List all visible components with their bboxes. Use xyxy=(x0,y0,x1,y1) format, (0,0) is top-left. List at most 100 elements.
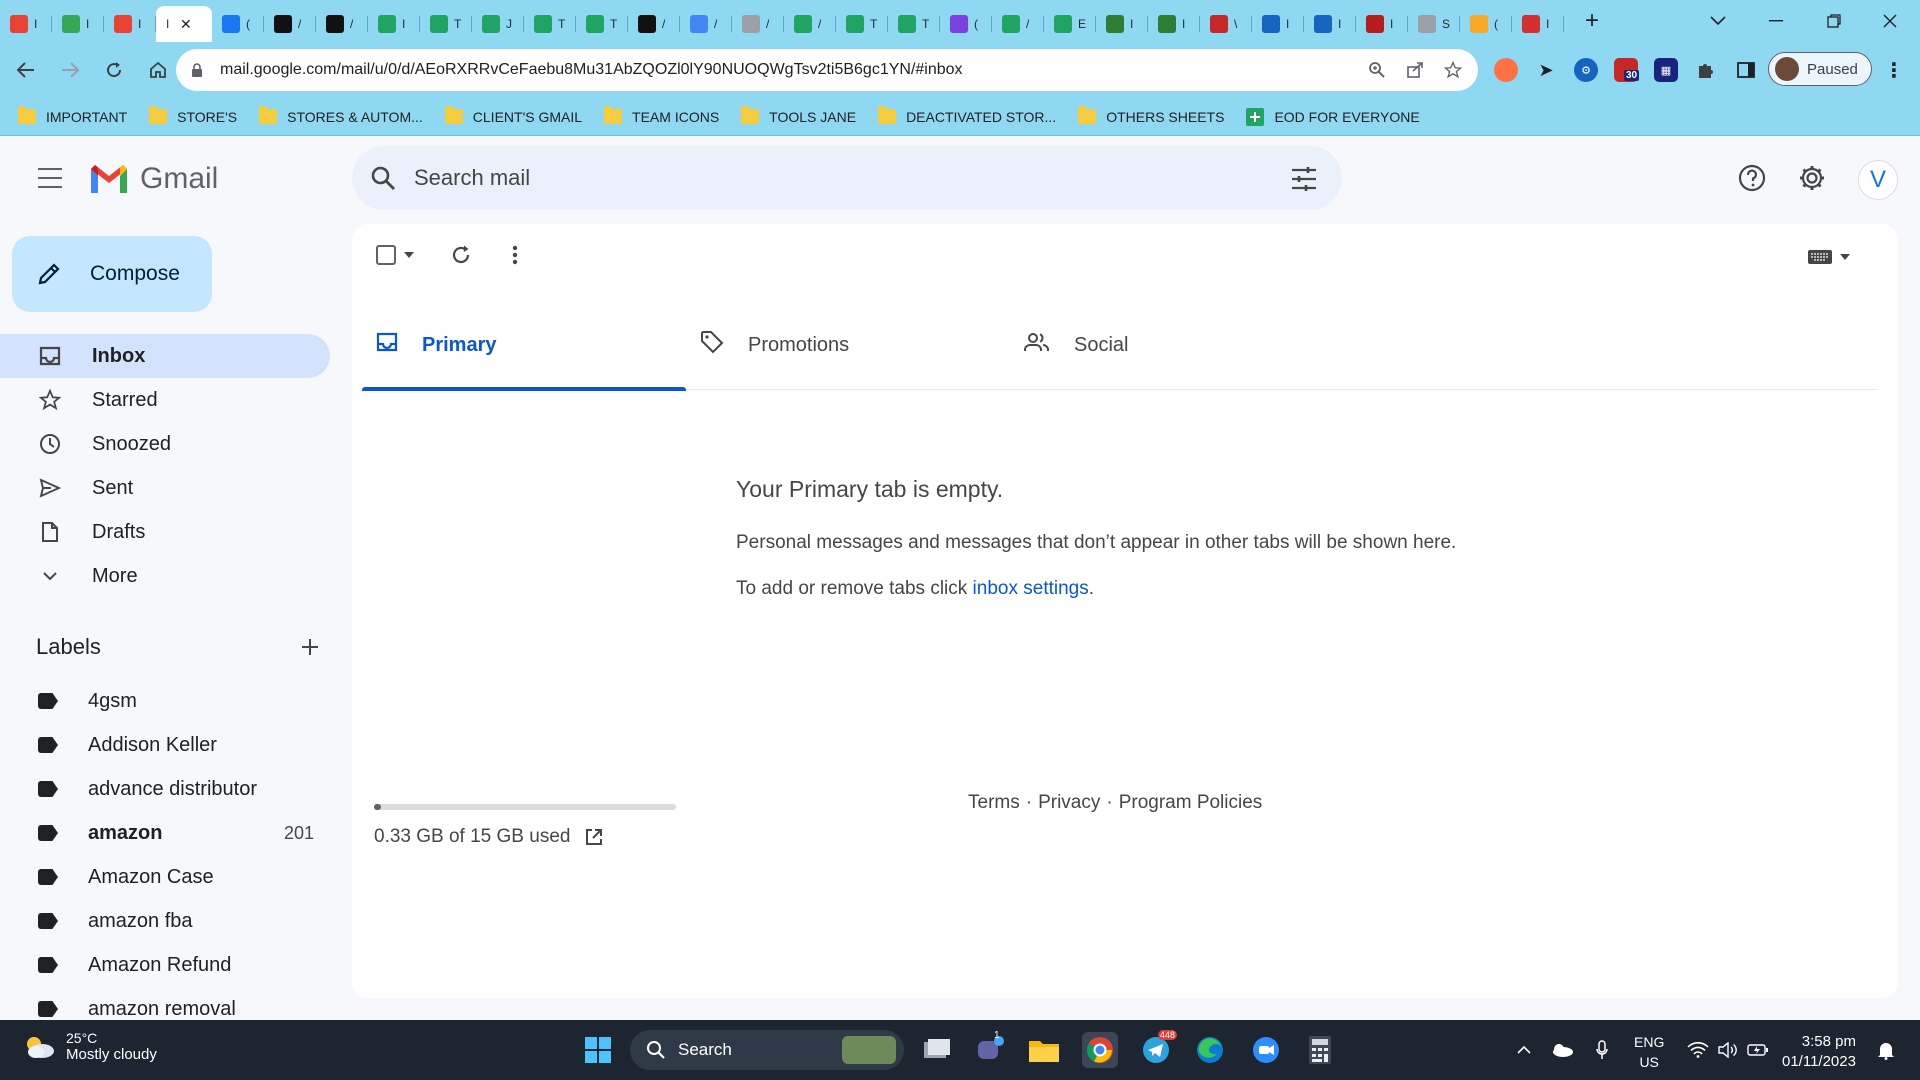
browser-tab[interactable]: E xyxy=(1044,6,1096,42)
browser-tab[interactable]: J xyxy=(472,6,524,42)
browser-tab[interactable]: / xyxy=(264,6,316,42)
more-options-icon[interactable] xyxy=(512,245,518,265)
telegram-icon[interactable]: 448 xyxy=(1138,1030,1178,1068)
volume-icon[interactable] xyxy=(1714,1020,1742,1080)
terms-link[interactable]: Terms xyxy=(968,792,1020,814)
label-item[interactable]: amazon 201 xyxy=(0,811,330,855)
browser-tab[interactable]: ( xyxy=(940,6,992,42)
nav-item-starred[interactable]: Starred xyxy=(0,378,330,422)
browser-tab[interactable]: / xyxy=(992,6,1044,42)
back-button[interactable] xyxy=(8,52,44,88)
browser-tab[interactable]: / xyxy=(732,6,784,42)
browser-tab[interactable]: I xyxy=(1512,6,1564,42)
task-view-icon[interactable] xyxy=(918,1032,954,1068)
chrome-taskbar-icon[interactable] xyxy=(1082,1032,1118,1068)
search-input[interactable]: Search mail xyxy=(414,165,530,191)
wifi-icon[interactable] xyxy=(1684,1020,1712,1080)
close-tab-icon[interactable]: ✕ xyxy=(180,16,192,33)
bookmark-item[interactable]: EOD FOR EVERYONE xyxy=(1246,107,1420,126)
weather-widget[interactable]: 25°C Mostly cloudy xyxy=(22,1030,157,1063)
browser-tab[interactable]: / xyxy=(784,6,836,42)
main-menu-icon[interactable] xyxy=(30,166,70,190)
lock-icon[interactable] xyxy=(190,63,204,77)
bookmark-item[interactable]: STORES & AUTOM... xyxy=(259,106,423,125)
extension-arrow-icon[interactable]: ➤ xyxy=(1534,58,1558,82)
browser-tab[interactable]: ( xyxy=(212,6,264,42)
browser-tab[interactable]: I xyxy=(368,6,420,42)
teams-chat-icon[interactable]: 1 xyxy=(972,1030,1008,1068)
input-tools[interactable] xyxy=(1808,250,1850,264)
close-window-button[interactable] xyxy=(1862,0,1918,42)
restore-button[interactable] xyxy=(1806,0,1862,42)
extension-calendar-icon[interactable]: 30 xyxy=(1614,58,1640,82)
browser-tab[interactable]: / xyxy=(316,6,368,42)
reload-button[interactable] xyxy=(96,52,132,88)
file-explorer-icon[interactable] xyxy=(1026,1032,1062,1068)
extension-settings-icon[interactable]: ⚙ xyxy=(1574,58,1598,82)
browser-tab[interactable]: / xyxy=(680,6,732,42)
inbox-settings-link[interactable]: inbox settings xyxy=(973,578,1089,599)
help-icon[interactable] xyxy=(1734,160,1770,196)
keyboard-icon[interactable] xyxy=(1808,250,1832,264)
minimize-button[interactable] xyxy=(1748,0,1804,42)
system-clock[interactable]: 3:58 pm 01/11/2023 xyxy=(1782,1032,1856,1072)
side-panel-icon[interactable] xyxy=(1734,58,1758,82)
browser-tab[interactable]: / xyxy=(628,6,680,42)
browser-tab[interactable]: I xyxy=(0,6,52,42)
bookmark-item[interactable]: IMPORTANT xyxy=(18,106,127,125)
browser-tab[interactable]: I xyxy=(104,6,156,42)
browser-tab[interactable]: T xyxy=(420,6,472,42)
label-item[interactable]: 4gsm xyxy=(0,679,330,723)
label-item[interactable]: advance distributor xyxy=(0,767,330,811)
program-policies-link[interactable]: Program Policies xyxy=(1119,792,1263,814)
select-all-checkbox[interactable] xyxy=(376,245,396,265)
browser-tab[interactable]: \ xyxy=(1200,6,1252,42)
tab-promotions[interactable]: Promotions xyxy=(686,300,1010,390)
bookmark-item[interactable]: STORE'S xyxy=(149,106,237,125)
microphone-icon[interactable] xyxy=(1590,1020,1614,1080)
tab-search-chevron-icon[interactable] xyxy=(1690,0,1746,42)
browser-tab-active[interactable]: I ✕ xyxy=(156,6,212,42)
battery-icon[interactable] xyxy=(1744,1020,1772,1080)
browser-menu-icon[interactable]: ⋮ xyxy=(1882,58,1906,82)
bookmark-star-icon[interactable] xyxy=(1442,59,1464,81)
search-options-icon[interactable] xyxy=(1290,166,1318,192)
browser-tab[interactable]: I xyxy=(1252,6,1304,42)
browser-tab[interactable]: ( xyxy=(1460,6,1512,42)
browser-tab[interactable]: I xyxy=(1304,6,1356,42)
caret-down-icon[interactable] xyxy=(1840,254,1850,260)
bookmark-item[interactable]: TEAM ICONS xyxy=(604,106,719,125)
select-dropdown[interactable] xyxy=(376,245,414,265)
gmail-logo[interactable]: Gmail xyxy=(88,162,218,196)
show-hidden-icons-chevron-icon[interactable] xyxy=(1512,1020,1536,1080)
edge-icon[interactable] xyxy=(1192,1032,1228,1068)
browser-tab[interactable]: T xyxy=(836,6,888,42)
forward-button[interactable] xyxy=(52,52,88,88)
home-button[interactable] xyxy=(140,52,176,88)
caret-down-icon[interactable] xyxy=(404,252,414,258)
label-item[interactable]: Amazon Case xyxy=(0,855,330,899)
bookmark-item[interactable]: DEACTIVATED STOR... xyxy=(878,106,1056,125)
label-item[interactable]: Addison Keller xyxy=(0,723,330,767)
compose-button[interactable]: Compose xyxy=(12,236,212,312)
nav-item-drafts[interactable]: Drafts xyxy=(0,510,330,554)
profile-button[interactable]: Paused xyxy=(1768,52,1872,86)
nav-item-more[interactable]: More xyxy=(0,554,330,598)
bookmark-item[interactable]: CLIENT'S GMAIL xyxy=(444,106,582,125)
share-icon[interactable] xyxy=(1404,59,1426,81)
browser-tab[interactable]: I xyxy=(52,6,104,42)
browser-tab[interactable]: I xyxy=(1148,6,1200,42)
url-text[interactable]: mail.google.com/mail/u/0/d/AEoRXRRvCeFae… xyxy=(220,61,963,79)
nav-item-snoozed[interactable]: Snoozed xyxy=(0,422,330,466)
label-item[interactable]: Amazon Refund xyxy=(0,943,330,987)
settings-gear-icon[interactable] xyxy=(1794,160,1830,196)
search-icon[interactable] xyxy=(370,165,396,191)
bookmark-item[interactable]: OTHERS SHEETS xyxy=(1078,106,1224,125)
extension-orange-icon[interactable] xyxy=(1494,58,1518,82)
zoom-icon[interactable] xyxy=(1366,59,1388,81)
open-in-new-icon[interactable] xyxy=(584,827,604,847)
language-indicator[interactable]: ENG US xyxy=(1634,1032,1664,1072)
onedrive-cloud-icon[interactable] xyxy=(1548,1020,1576,1080)
calculator-icon[interactable] xyxy=(1302,1032,1338,1068)
browser-tab[interactable]: I xyxy=(1356,6,1408,42)
